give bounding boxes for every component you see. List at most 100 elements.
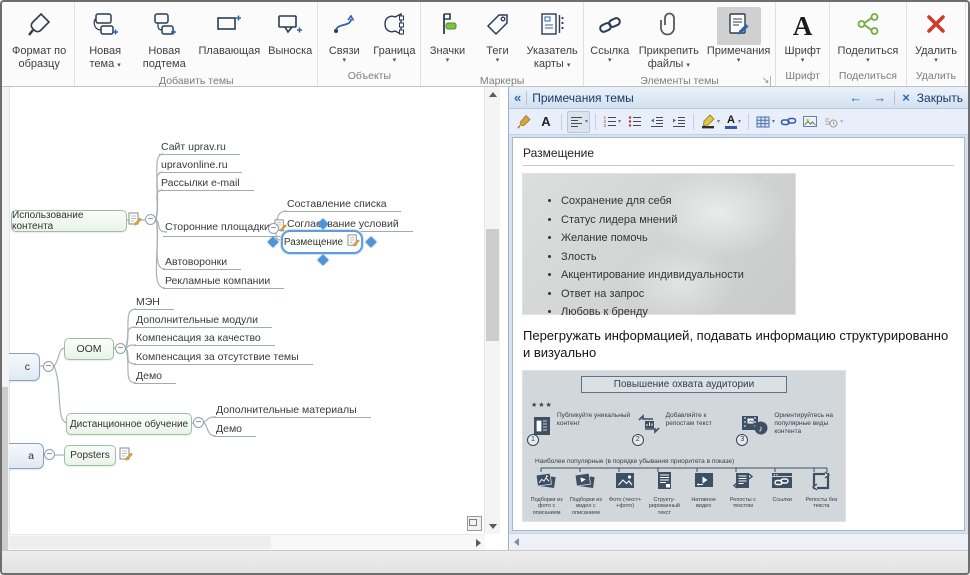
slide-bullet-list: Сохранение для себя Статус лидера мнений…: [523, 174, 795, 322]
format-painter-icon: [26, 11, 52, 42]
notes-horizontal-scrollbar[interactable]: [509, 533, 968, 550]
topic-men[interactable]: МЭН: [134, 296, 174, 310]
note-title: Размещение: [523, 143, 954, 165]
close-icon[interactable]: ×: [900, 90, 912, 105]
new-subtopic-label: Новая подтема: [143, 45, 186, 70]
notes-button[interactable]: Примечания▾: [703, 4, 775, 66]
dialog-launcher-icon[interactable]: ↘: [762, 76, 772, 87]
topic-partial-top[interactable]: с: [9, 353, 40, 381]
ribbon: Формат по образцу Новая тема ▾ Новая под…: [2, 2, 968, 87]
prev-note-button[interactable]: ←: [846, 90, 865, 105]
scrollbar-thumb[interactable]: [486, 229, 499, 341]
content-type-item: Фото (текст+ +фото): [606, 471, 645, 517]
topic-demo[interactable]: Демо: [134, 370, 176, 384]
new-subtopic-button[interactable]: Новая подтема: [134, 4, 195, 74]
callout-button[interactable]: Выноска: [264, 4, 316, 61]
notes-panel: « Примечания темы ← → × Закрыть A ▾ 123▾: [508, 87, 968, 550]
divider: [523, 165, 954, 166]
topic-list-making[interactable]: Составление списка: [285, 198, 401, 212]
note-icon[interactable]: [128, 212, 142, 231]
increase-indent-button[interactable]: [668, 112, 688, 132]
dropdown-arrow-icon: ▾: [430, 58, 465, 63]
next-note-button[interactable]: →: [870, 90, 889, 105]
format-painter-small-button[interactable]: [514, 112, 534, 132]
collapse-toggle[interactable]: −: [43, 361, 54, 372]
topic-oom[interactable]: ООМ: [64, 338, 114, 360]
floating-topic-label: Плавающая: [199, 45, 261, 57]
dropdown-arrow-icon: ▾: [590, 58, 629, 63]
collapse-panel-icon[interactable]: «: [514, 90, 521, 105]
topic-autofunnels[interactable]: Автоворонки: [163, 256, 241, 270]
map-pane: Использование контента − Сайт uprav.ru u…: [2, 87, 508, 550]
topic-main[interactable]: Использование контента: [11, 210, 127, 232]
topic-distance-learning[interactable]: Дистанционное обучение: [66, 413, 192, 435]
bullet-list-button[interactable]: [624, 112, 644, 132]
scrollbar-thumb[interactable]: [9, 536, 271, 549]
close-panel-button[interactable]: Закрыть: [917, 91, 963, 105]
insert-image-button[interactable]: [800, 112, 820, 132]
collapse-toggle[interactable]: −: [268, 223, 279, 234]
content-type-item: Репосты без текста: [802, 471, 841, 517]
notes-icon: [725, 11, 753, 42]
icons-button[interactable]: Значки▾: [422, 4, 472, 66]
insert-link-button[interactable]: [778, 112, 798, 132]
topic-email[interactable]: Рассылки e-mail: [159, 177, 254, 191]
dropdown-arrow-icon: ▾: [717, 118, 720, 125]
topic-site2[interactable]: upravonline.ru: [159, 159, 242, 173]
delete-button[interactable]: Удалить▾: [911, 4, 961, 66]
note-editor[interactable]: Размещение Сохранение для себя Статус ли…: [512, 137, 965, 531]
dropdown-arrow-icon: ▾: [373, 58, 415, 63]
video-collection-icon: [574, 471, 598, 496]
collapse-toggle[interactable]: −: [44, 449, 55, 460]
delete-label: Удалить: [915, 45, 957, 57]
map-horizontal-scrollbar[interactable]: [9, 534, 485, 550]
link-button[interactable]: Ссылка▾: [585, 4, 635, 66]
dropdown-arrow-icon: ▾: [785, 58, 821, 63]
boundary-button[interactable]: Граница▾: [369, 4, 419, 66]
tags-button[interactable]: Теги▾: [472, 4, 522, 66]
font-button[interactable]: A Шрифт▾: [781, 4, 825, 66]
topic-comp-no-topic[interactable]: Компенсация за отсутствие темы: [134, 351, 313, 365]
topic-demo2[interactable]: Демо: [214, 423, 256, 437]
new-topic-button[interactable]: Новая тема ▾: [76, 4, 134, 74]
topic-placement-selected[interactable]: Размещение: [281, 230, 363, 254]
topic-ads[interactable]: Рекламные компании: [163, 275, 284, 289]
content-type-item: Подборки из видео с описанием: [566, 471, 605, 517]
share-button[interactable]: Поделиться▾: [834, 4, 903, 66]
note-image-infographic: Повышение охвата аудитории ★★★1 Публикуй…: [523, 371, 845, 521]
floating-topic-button[interactable]: Плавающая: [195, 4, 265, 61]
numbered-list-button[interactable]: 123▾: [601, 112, 622, 132]
mindmap-canvas[interactable]: Использование контента − Сайт uprav.ru u…: [9, 87, 485, 534]
attach-files-button[interactable]: Прикрепить файлы ▾: [635, 4, 703, 74]
scroll-down-button[interactable]: [485, 519, 500, 534]
scroll-up-button[interactable]: [485, 87, 500, 102]
note-icon[interactable]: [347, 234, 360, 250]
align-button[interactable]: ▾: [567, 111, 590, 133]
map-index-button[interactable]: Указатель карты ▾: [522, 4, 581, 74]
font-dialog-button[interactable]: A: [536, 112, 556, 132]
insert-timestamp-button[interactable]: 5▾: [822, 112, 844, 132]
svg-text:5: 5: [825, 117, 830, 127]
collapse-toggle[interactable]: −: [145, 214, 156, 225]
highlighter-button[interactable]: ▾: [699, 112, 721, 132]
relationships-button[interactable]: Связи▾: [319, 4, 369, 66]
topic-partial-bottom[interactable]: а: [9, 443, 44, 469]
collapse-toggle[interactable]: −: [115, 343, 126, 354]
topic-materials[interactable]: Дополнительные материалы: [214, 404, 371, 418]
dropdown-arrow-icon: ▾: [567, 62, 571, 69]
note-icon[interactable]: [119, 447, 133, 466]
map-navigator-button[interactable]: [467, 516, 482, 531]
topic-comp-quality[interactable]: Компенсация за качество: [134, 332, 275, 346]
topic-site[interactable]: Сайт uprav.ru: [159, 141, 240, 155]
format-painter-button[interactable]: Формат по образцу: [5, 4, 73, 74]
insert-table-button[interactable]: ▾: [754, 112, 776, 132]
new-subtopic-icon: [150, 11, 178, 42]
format-painter-label: Формат по образцу: [12, 45, 66, 70]
font-color-button[interactable]: A▾: [723, 112, 743, 132]
topic-popsters[interactable]: Popsters: [64, 445, 116, 466]
scroll-right-button[interactable]: [471, 535, 485, 550]
map-vertical-scrollbar[interactable]: [484, 87, 500, 534]
decrease-indent-button[interactable]: [646, 112, 666, 132]
topic-modules[interactable]: Дополнительные модули: [134, 314, 272, 328]
collapse-toggle[interactable]: −: [193, 417, 204, 428]
